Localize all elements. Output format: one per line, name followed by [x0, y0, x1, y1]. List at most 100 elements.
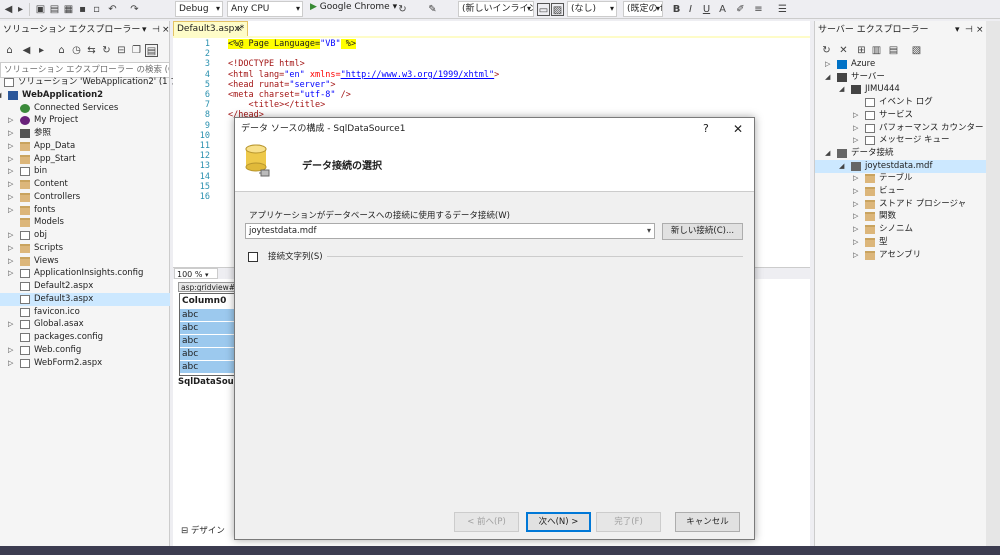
expand-chevron-icon[interactable]: ▷	[853, 172, 858, 185]
expand-chevron-icon[interactable]: ▷	[8, 127, 13, 140]
forward-icon[interactable]: ▸	[14, 3, 27, 16]
azure-icon[interactable]: ▤	[887, 44, 900, 57]
close-icon[interactable]: ×	[162, 21, 170, 39]
tree-item-page[interactable]: Default2.aspx	[0, 280, 170, 293]
home2-icon[interactable]: ⌂	[55, 44, 68, 57]
configuration-combo[interactable]: Debug ▾	[175, 1, 223, 17]
expand-chevron-icon[interactable]: ▷	[8, 255, 13, 268]
expand-chevron-icon[interactable]: ▷	[853, 122, 858, 135]
expand-chevron-icon[interactable]: ▷	[8, 153, 13, 166]
tab-default3-aspx[interactable]: Default3.aspx* ×	[173, 21, 248, 37]
tree-item-folder[interactable]: ▷ App_Data	[0, 140, 170, 153]
position-icon[interactable]: ▨	[551, 3, 564, 16]
open-icon[interactable]: ▤	[48, 3, 61, 16]
brush-icon[interactable]: ✎	[426, 3, 439, 16]
expand-chevron-icon[interactable]: ▷	[853, 223, 858, 236]
finish-button[interactable]: 完了(F)	[596, 512, 661, 532]
server-tree-item[interactable]: ▷ サービス	[815, 109, 987, 122]
server-tree-item[interactable]: ▷ テーブル	[815, 172, 987, 185]
tree-item-folder[interactable]: ▷ Views	[0, 255, 170, 268]
expand-chevron-icon[interactable]: ◢	[839, 160, 844, 173]
refresh2-icon[interactable]: ↻	[100, 44, 113, 57]
font-combo[interactable]: (既定のｆ ▾	[623, 1, 663, 17]
collapse-icon[interactable]: ⊟	[115, 44, 128, 57]
show-all-icon[interactable]: ❐	[130, 44, 143, 57]
tree-item-gear[interactable]: ▷ My Project	[0, 114, 170, 127]
tree-item-folder[interactable]: ▷ fonts	[0, 204, 170, 217]
tree-item-page[interactable]: ▷ WebForm2.aspx	[0, 357, 170, 370]
gridview-preview[interactable]: Column0 abc abc abc abc abc	[179, 293, 237, 376]
help-button[interactable]: ?	[703, 118, 709, 140]
tree-item-page[interactable]: Default3.aspx	[0, 292, 170, 306]
nav-forward-icon[interactable]: ▸	[35, 44, 48, 57]
close-button[interactable]: ✕	[733, 118, 743, 140]
expand-chevron-icon[interactable]: ▷	[853, 109, 858, 122]
expand-chevron-icon[interactable]: ▷	[8, 242, 13, 255]
tab-design[interactable]: ⊟ デザイン	[181, 524, 225, 538]
home-icon[interactable]: ⌂	[3, 44, 16, 57]
server-tree-item[interactable]: ◢ joytestdata.mdf	[815, 159, 987, 173]
expand-chevron-icon[interactable]: ▷	[853, 249, 858, 262]
platform-combo[interactable]: Any CPU ▾	[227, 1, 303, 17]
tree-item-config[interactable]: packages.config	[0, 331, 170, 344]
save-all-icon[interactable]: ▫	[90, 3, 103, 16]
redo-icon[interactable]: ↷	[128, 3, 141, 16]
expand-chevron-icon[interactable]: ▷	[825, 58, 830, 71]
underline-icon[interactable]: U	[700, 3, 713, 16]
nav-back-icon[interactable]: ◀	[20, 44, 33, 57]
tree-item-config[interactable]: ▷ ApplicationInsights.config	[0, 267, 170, 280]
expand-chevron-icon[interactable]: ▷	[853, 134, 858, 147]
stop-icon[interactable]: ✕	[837, 44, 850, 57]
server-tree-item[interactable]: ▷ シノニム	[815, 223, 987, 236]
italic-icon[interactable]: I	[684, 3, 697, 16]
undo-icon[interactable]: ↶	[106, 3, 119, 16]
new-project-icon[interactable]: ▣	[34, 3, 47, 16]
tree-item-folder[interactable]: ▷ Content	[0, 178, 170, 191]
code-line-4-link[interactable]: "http://www.w3.org/1999/xhtml"	[341, 70, 495, 80]
expand-chevron-icon[interactable]: ◢	[839, 83, 844, 96]
connect-server-icon[interactable]: ▥	[870, 44, 883, 57]
refresh-icon[interactable]: ↻	[820, 44, 833, 57]
expand-chevron-icon[interactable]: ▷	[8, 204, 13, 217]
expand-chevron-icon[interactable]: ▷	[853, 198, 858, 211]
cancel-button[interactable]: キャンセル	[675, 512, 740, 532]
datasource-control[interactable]: SqlDataSour	[178, 377, 236, 387]
tree-item-folder[interactable]: ▷ Controllers	[0, 191, 170, 204]
next-button[interactable]: 次へ(N) >	[526, 512, 591, 532]
tree-item-solution[interactable]: ソリューション 'WebApplication2' (1 プロジェクト	[0, 76, 221, 89]
highlight-icon[interactable]: ✐	[734, 3, 747, 16]
connection-select[interactable]: joytestdata.mdf ▾	[245, 223, 655, 239]
expand-chevron-icon[interactable]: ◢	[825, 147, 830, 160]
bullets-icon[interactable]: ☰	[776, 3, 789, 16]
expand-chevron-icon[interactable]: ▷	[8, 267, 13, 280]
layout-icon[interactable]: ▭	[537, 3, 550, 16]
expand-chevron-icon[interactable]: ▷	[853, 210, 858, 223]
connect-db-icon[interactable]: ⊞	[855, 44, 868, 57]
refresh-icon[interactable]: ↻	[396, 3, 409, 16]
expand-chevron-icon[interactable]: ▷	[8, 114, 13, 127]
expand-chevron-icon[interactable]: ◢	[0, 89, 1, 102]
tree-item-ref[interactable]: ▷ 参照	[0, 127, 170, 140]
server-tree-item[interactable]: ◢ JIMU444	[815, 83, 987, 96]
open-folder-icon[interactable]: ▦	[62, 3, 75, 16]
style-combo[interactable]: (新しいインラインス▾	[458, 1, 534, 17]
expand-chevron-icon[interactable]: ▷	[8, 165, 13, 178]
sync-icon[interactable]: ⇆	[85, 44, 98, 57]
bold-icon[interactable]: B	[670, 3, 683, 16]
pin-icon[interactable]: ⊣	[965, 21, 973, 39]
server-tree-item[interactable]: ◢ サーバー	[815, 71, 987, 84]
tree-item-file[interactable]: ▷ obj	[0, 229, 170, 242]
properties-icon[interactable]: ▤	[145, 44, 158, 57]
expand-chevron-icon[interactable]: ▷	[8, 229, 13, 242]
font-color-icon[interactable]: A	[716, 3, 729, 16]
tree-item-config[interactable]: ▷ Web.config	[0, 344, 170, 357]
tab-close-icon[interactable]: ×	[236, 22, 243, 36]
server-tree-item[interactable]: ▷ アセンブリ	[815, 249, 987, 262]
expand-chevron-icon[interactable]: ▷	[8, 140, 13, 153]
tree-item-page[interactable]: ▷ Global.asax	[0, 318, 170, 331]
server-tree-item[interactable]: ▷ Azure	[815, 58, 987, 71]
zoom-combo[interactable]: 100 % ▾	[174, 268, 218, 279]
tree-item-service[interactable]: Connected Services	[0, 102, 170, 115]
expand-chevron-icon[interactable]: ▷	[8, 318, 13, 331]
expand-chevron-icon[interactable]: ▷	[853, 236, 858, 249]
